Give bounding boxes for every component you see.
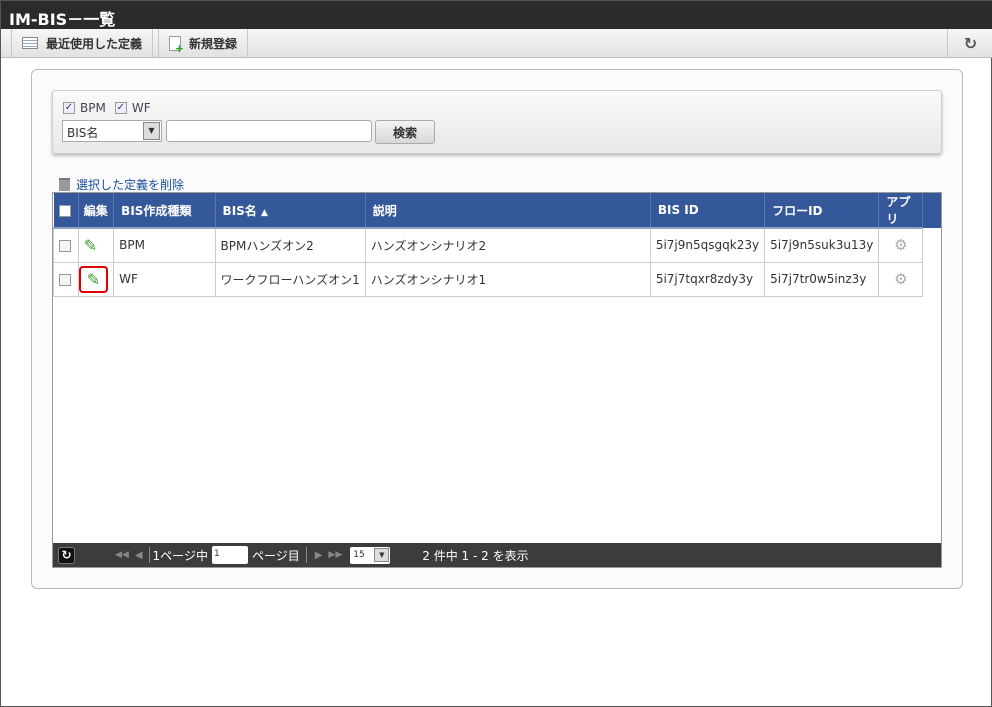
delete-selected-link[interactable]: 選択した定義を削除 [59,176,184,193]
select-all-checkbox[interactable] [58,204,71,217]
header-bis-id[interactable]: BIS ID [650,193,766,229]
toolbar: 最近使用した定義 + 新規登録 ↻ [1,29,992,58]
wf-checkbox[interactable]: ✓ [114,102,127,114]
per-page-select[interactable]: 15 ▼ [350,546,391,564]
header-name-label: BIS名 [222,203,257,218]
edit-pencil-icon[interactable]: ✎ [87,270,100,289]
edit-highlight[interactable]: ✎ [78,265,109,293]
window-title: IM-BIS－一覧 [1,1,992,29]
new-document-icon: + [169,35,184,54]
cell-desc: ハンズオンシナリオ2 [364,227,651,263]
recent-definitions-button[interactable]: 最近使用した定義 [11,29,154,57]
refresh-icon[interactable]: ↻ [947,29,992,57]
header-name[interactable]: BIS名 ▲ [215,193,366,229]
recent-label: 最近使用した定義 [46,36,143,51]
cell-desc: ハンズオンシナリオ1 [364,261,651,297]
cell-flow-id: 5i7j9n5suk3u13y [764,227,880,263]
search-button[interactable]: 検索 [375,120,435,144]
definitions-table: 編集 BIS作成種類 BIS名 ▲ 説明 BIS ID フローID アプリ ✎ … [52,192,942,568]
table-header: 編集 BIS作成種類 BIS名 ▲ 説明 BIS ID フローID アプリ [53,193,941,229]
first-page-icon[interactable]: ◀◀ [115,550,129,560]
field-select-value: BIS名 [67,126,99,140]
table-row[interactable]: ✎ WF ワークフローハンズオン1 ハンズオンシナリオ1 5i7j7tqxr8z… [53,261,941,297]
edit-pencil-icon[interactable]: ✎ [84,236,97,255]
trash-icon [59,178,70,191]
cell-name: ワークフローハンズオン1 [214,261,366,297]
chevron-down-icon: ▼ [374,547,390,562]
last-page-icon[interactable]: ▶▶ [328,550,342,560]
gear-icon[interactable]: ⚙ [894,236,907,254]
field-select[interactable]: BIS名 ▼ [62,120,162,142]
keyword-input[interactable] [166,120,372,142]
header-flow-id[interactable]: フローID [764,193,880,229]
reload-icon[interactable]: ↻ [58,546,75,564]
cell-type: BPM [113,227,216,263]
header-edit: 編集 [78,193,115,229]
bpm-checkbox[interactable]: ✓ [63,102,75,114]
bpm-label: BPM [80,101,106,115]
row-checkbox[interactable] [59,273,71,286]
cell-flow-id: 5i7j7tr0w5inz3y [764,261,880,297]
gear-icon[interactable]: ⚙ [894,270,907,288]
table-row[interactable]: ✎ BPM BPMハンズオン2 ハンズオンシナリオ2 5i7j9n5qsgqk2… [53,227,941,263]
new-registration-button[interactable]: + 新規登録 [158,29,249,57]
next-page-icon[interactable]: ▶ [315,550,323,561]
wf-label: WF [131,101,151,115]
cell-name: BPMハンズオン2 [214,227,366,263]
pager: ↻ ◀◀ ◀ 1ページ中 1 ページ目 ▶ ▶▶ 15 ▼ 2 件中 1 - 2 … [53,543,941,567]
cell-type: WF [113,261,216,297]
total-pages: 1ページ中 [152,548,208,563]
cell-bis-id: 5i7j9n5qsgqk23y [649,227,766,263]
page-input[interactable]: 1 [211,546,248,564]
header-desc[interactable]: 説明 [365,193,651,229]
list-icon [22,37,38,49]
per-page-value: 15 [353,549,365,560]
new-label: 新規登録 [189,36,238,51]
prev-page-icon[interactable]: ◀ [135,550,143,561]
record-summary: 2 件中 1 - 2 を表示 [422,548,529,563]
search-box: ✓ BPM ✓ WF BIS名 ▼ 検索 [52,90,942,154]
delete-label: 選択した定義を削除 [76,178,185,192]
chevron-down-icon: ▼ [143,122,160,140]
sort-asc-icon: ▲ [261,207,268,218]
row-checkbox[interactable] [59,239,71,252]
header-type[interactable]: BIS作成種類 [113,193,216,229]
page-suffix: ページ目 [251,548,300,563]
header-app[interactable]: アプリ [878,193,924,229]
cell-bis-id: 5i7j7tqxr8zdy3y [649,261,766,297]
